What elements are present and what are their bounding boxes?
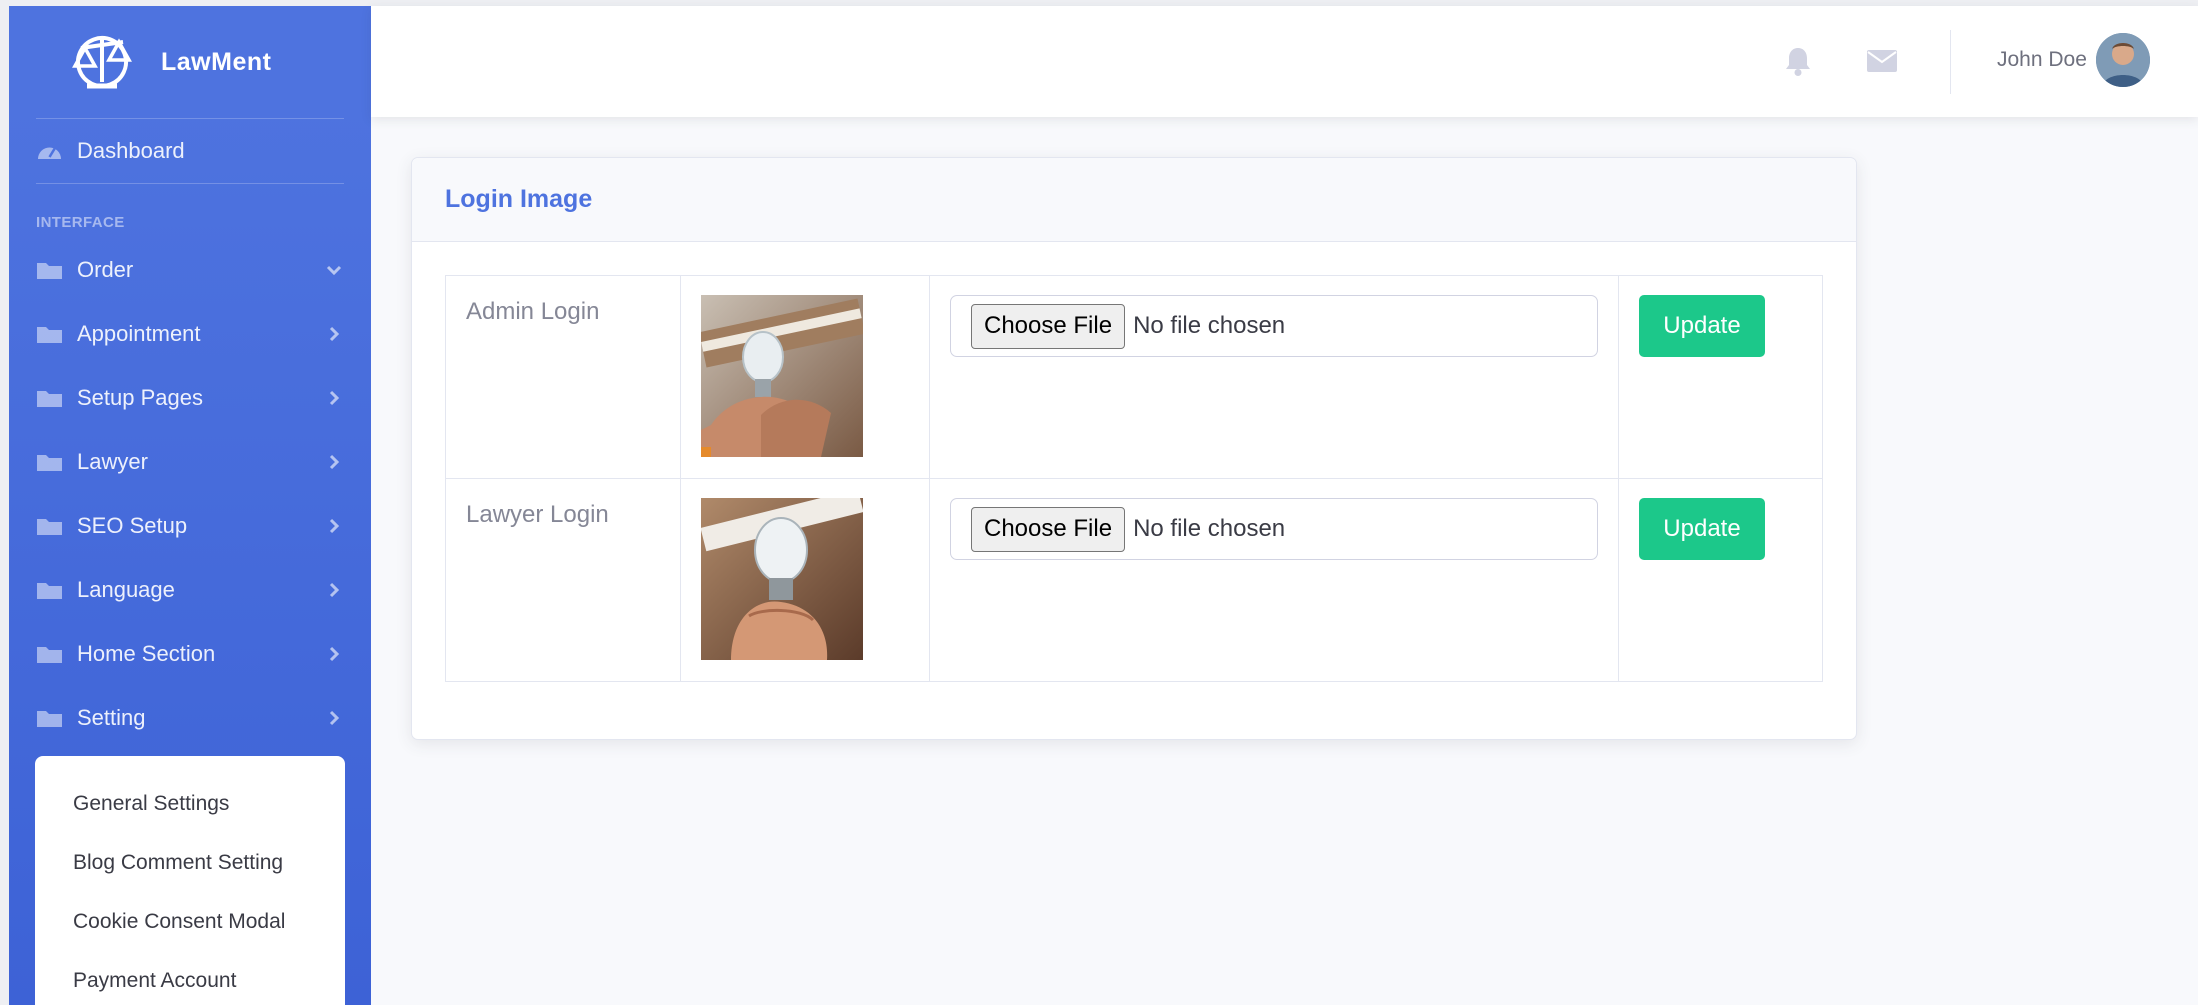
window-frame-left [0, 0, 9, 1005]
tachometer-icon [38, 147, 61, 159]
sidebar-item-seo-setup[interactable]: SEO Setup [9, 494, 371, 558]
chevron-right-icon [329, 326, 340, 342]
login-image-card: Login Image Admin Login Choose File No f… [411, 157, 1857, 740]
sidebar-item-label: Home Section [77, 641, 216, 666]
brand-name: LawMent [161, 47, 272, 76]
login-image-table: Admin Login Choose File No file chosen U… [445, 275, 1823, 682]
scales-logo-icon [72, 36, 132, 89]
file-input[interactable]: Choose File No file chosen [950, 498, 1598, 560]
file-status: No file chosen [1133, 515, 1286, 542]
chevron-right-icon [329, 646, 340, 662]
sidebar-item-order[interactable]: Order [9, 238, 371, 302]
folder-icon [37, 263, 62, 279]
chevron-right-icon [329, 582, 340, 598]
avatar-image [2096, 33, 2150, 87]
sidebar-item-label: Order [77, 257, 134, 282]
folder-icon [37, 583, 62, 599]
sidebar-item-setup-pages[interactable]: Setup Pages [9, 366, 371, 430]
sidebar-item-label: Appointment [77, 321, 201, 346]
sidebar-brand[interactable]: LawMent [9, 6, 371, 118]
card-title: Login Image [445, 185, 593, 213]
file-cell: Choose File No file chosen [929, 478, 1619, 682]
submenu-item-payment-account[interactable]: Payment Account [35, 951, 345, 1005]
submenu-item-blog-comment-setting[interactable]: Blog Comment Setting [35, 833, 345, 892]
update-button[interactable]: Update [1639, 498, 1765, 560]
chevron-right-icon [329, 710, 340, 726]
sidebar-item-appointment[interactable]: Appointment [9, 302, 371, 366]
folder-icon [37, 711, 62, 727]
folder-icon [37, 519, 62, 535]
folder-icon [37, 391, 62, 407]
user-avatar[interactable] [2096, 33, 2150, 87]
file-cell: Choose File No file chosen [929, 275, 1619, 479]
admin-login-thumbnail [701, 295, 863, 457]
image-cell [680, 275, 930, 479]
file-input[interactable]: Choose File No file chosen [950, 295, 1598, 357]
folder-icon [37, 647, 62, 663]
choose-file-button[interactable]: Choose File [971, 506, 1126, 552]
row-label: Lawyer Login [445, 478, 681, 682]
sidebar-item-label: Dashboard [77, 138, 185, 163]
sidebar-item-language[interactable]: Language [9, 558, 371, 622]
file-status: No file chosen [1133, 312, 1286, 339]
image-cell [680, 478, 930, 682]
envelope-icon[interactable] [1867, 50, 1897, 72]
action-cell: Update [1618, 478, 1823, 682]
sidebar-divider [36, 183, 344, 184]
folder-icon [37, 455, 62, 471]
folder-icon [37, 327, 62, 343]
row-label: Admin Login [445, 275, 681, 479]
sidebar-item-home-section[interactable]: Home Section [9, 622, 371, 686]
choose-file-button[interactable]: Choose File [971, 303, 1126, 349]
chevron-down-icon [326, 265, 342, 276]
sidebar: LawMent Dashboard INTERFACE Order Appoin… [9, 6, 371, 1005]
user-name[interactable]: John Doe [1997, 48, 2087, 72]
chevron-right-icon [329, 518, 340, 534]
card-header: Login Image [412, 158, 1856, 242]
submenu-item-cookie-consent-modal[interactable]: Cookie Consent Modal [35, 892, 345, 951]
table-row: Lawyer Login Choose File No file chosen … [445, 478, 1823, 682]
sidebar-item-lawyer[interactable]: Lawyer [9, 430, 371, 494]
sidebar-item-label: Setting [77, 705, 146, 730]
update-button[interactable]: Update [1639, 295, 1765, 357]
action-cell: Update [1618, 275, 1823, 479]
sidebar-item-label: Lawyer [77, 449, 148, 474]
topbar-divider [1950, 30, 1951, 94]
bell-icon[interactable] [1784, 46, 1812, 76]
sidebar-item-dashboard[interactable]: Dashboard [9, 119, 371, 183]
submenu-item-general-settings[interactable]: General Settings [35, 774, 345, 833]
lawyer-login-thumbnail [701, 498, 863, 660]
setting-submenu: General Settings Blog Comment Setting Co… [35, 756, 345, 1005]
table-row: Admin Login Choose File No file chosen U… [445, 275, 1823, 479]
sidebar-item-label: SEO Setup [77, 513, 188, 538]
sidebar-item-label: Setup Pages [77, 385, 203, 410]
chevron-right-icon [329, 390, 340, 406]
sidebar-heading: INTERFACE [36, 214, 125, 231]
sidebar-item-label: Language [77, 577, 175, 602]
sidebar-item-setting[interactable]: Setting [9, 686, 371, 750]
topbar: John Doe [371, 6, 2198, 117]
chevron-right-icon [329, 454, 340, 470]
